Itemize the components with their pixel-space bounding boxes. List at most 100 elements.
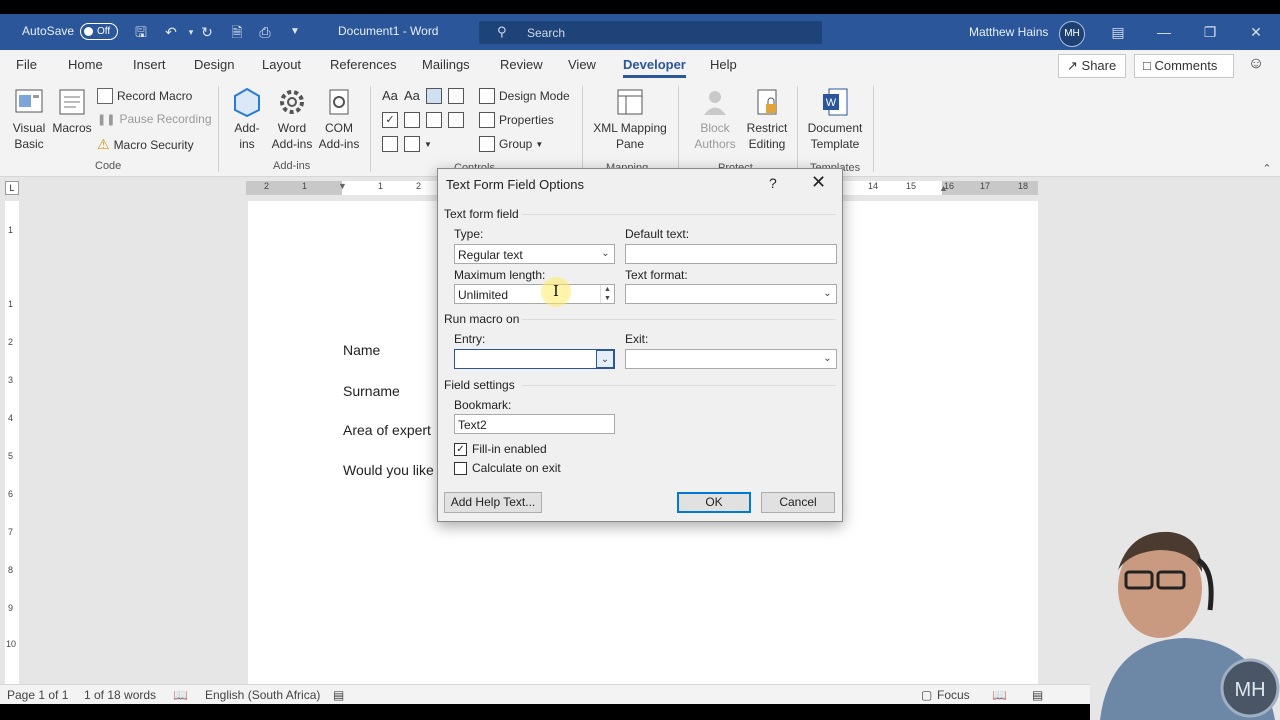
avatar[interactable]: MH	[1059, 21, 1085, 47]
indent-marker-icon[interactable]: ▼	[338, 181, 347, 191]
page-count[interactable]: Page 1 of 1	[7, 688, 68, 702]
macros-button[interactable]: Macros	[50, 86, 94, 136]
customize-qat-icon[interactable]: ▼	[286, 23, 304, 41]
macro-security-button[interactable]: ⚠ Macro Security	[97, 136, 194, 153]
ruler-number: 8	[8, 565, 14, 575]
search-box[interactable]: ⚲ Search	[479, 21, 822, 44]
repeating-section-control-icon[interactable]	[382, 136, 402, 152]
block-authors-button: Block Authors	[686, 86, 744, 152]
accessibility-icon[interactable]: ▤	[333, 688, 344, 702]
bookmark-input[interactable]: Text2	[454, 414, 615, 434]
print-icon[interactable]: ⎙	[256, 23, 274, 41]
combo-box-control-icon[interactable]	[404, 112, 424, 128]
ok-button[interactable]: OK	[677, 492, 751, 513]
type-value: Regular text	[458, 248, 523, 262]
chevron-down-icon: ⌄	[818, 350, 836, 368]
language[interactable]: English (South Africa)	[205, 688, 320, 702]
plain-text-control-icon[interactable]: Aa	[404, 88, 420, 103]
tab-selector[interactable]: L	[5, 181, 19, 195]
ruler-number: 18	[1018, 181, 1029, 191]
fill-in-enabled-checkbox[interactable]: ✓ Fill-in enabled	[454, 442, 547, 456]
left-margin	[246, 181, 342, 195]
properties-button[interactable]: Properties	[479, 112, 554, 128]
ruler-number: 10	[6, 639, 17, 649]
picture-control-icon[interactable]	[426, 88, 446, 104]
max-length-value: Unlimited	[458, 288, 509, 302]
close-window-icon[interactable]: ✕	[1246, 22, 1266, 42]
tab-layout[interactable]: Layout	[262, 57, 301, 72]
checkbox-control-icon[interactable]: ✓	[382, 112, 402, 128]
word-addins-button[interactable]: Word Add-ins	[270, 86, 314, 152]
focus-button[interactable]: Focus	[937, 688, 970, 702]
add-help-text-button[interactable]: Add Help Text...	[444, 492, 542, 513]
document-template-button[interactable]: W Document Template	[804, 86, 866, 152]
document-template-label: Document Template	[807, 121, 863, 151]
block-authors-icon	[704, 91, 726, 115]
minimize-icon[interactable]: —	[1154, 22, 1174, 42]
default-text-input[interactable]	[625, 244, 837, 264]
section-field-settings: Field settings	[444, 378, 515, 392]
comments-button[interactable]: □ Comments	[1134, 54, 1234, 78]
toggle-knob	[84, 27, 93, 36]
text-format-select[interactable]: ⌄	[625, 284, 837, 304]
doc-line-would-you-like: Would you like	[343, 462, 434, 478]
tab-file[interactable]: File	[16, 57, 37, 72]
word-count[interactable]: 1 of 18 words	[84, 688, 156, 702]
tab-review[interactable]: Review	[500, 57, 543, 72]
spinner-arrows-icon[interactable]: ▲ ▼	[600, 285, 614, 303]
close-icon[interactable]: ✕	[811, 172, 826, 193]
proofing-icon[interactable]: 📖	[173, 688, 188, 702]
entry-macro-select[interactable]: ⌄	[454, 349, 615, 369]
bookmark-value: Text2	[458, 418, 487, 432]
group-separator	[582, 86, 583, 172]
right-indent-marker-icon[interactable]: ▲	[939, 183, 948, 193]
visual-basic-button[interactable]: Visual Basic	[8, 86, 50, 152]
redo-icon[interactable]: ↻	[198, 23, 216, 41]
feedback-smiley-icon[interactable]: ☺	[1247, 55, 1265, 73]
calculate-on-exit-checkbox[interactable]: Calculate on exit	[454, 461, 561, 475]
new-doc-icon[interactable]: 🗎	[228, 23, 246, 41]
exit-macro-select[interactable]: ⌄	[625, 349, 837, 369]
com-addins-button[interactable]: COM Add-ins	[316, 86, 362, 152]
tab-references[interactable]: References	[330, 57, 396, 72]
restore-icon[interactable]: ❐	[1200, 22, 1220, 42]
restrict-editing-button[interactable]: Restrict Editing	[744, 86, 790, 152]
user-name[interactable]: Matthew Hains	[969, 25, 1048, 39]
rich-text-control-icon[interactable]: Aa	[382, 88, 398, 103]
xml-mapping-icon	[617, 89, 643, 115]
group-button[interactable]: Group ▼	[479, 136, 543, 152]
ribbon-display-options-icon[interactable]: ▤	[1108, 22, 1128, 42]
help-icon[interactable]: ?	[769, 175, 777, 191]
date-picker-control-icon[interactable]	[448, 112, 468, 128]
read-mode-icon[interactable]: 📖	[992, 688, 1007, 702]
save-icon[interactable]: 🖫	[132, 23, 150, 41]
print-layout-icon[interactable]: ▤	[1032, 688, 1043, 702]
add-ins-button[interactable]: Add-ins	[228, 86, 266, 152]
tab-insert[interactable]: Insert	[133, 57, 166, 72]
max-length-stepper[interactable]: Unlimited ▲ ▼	[454, 284, 615, 304]
group-icon	[479, 136, 495, 152]
tab-view[interactable]: View	[568, 57, 596, 72]
building-block-control-icon[interactable]	[448, 88, 468, 104]
vertical-ruler[interactable]: 1 1 2 3 4 5 6 7 8 9 10	[5, 201, 19, 684]
xml-mapping-pane-button[interactable]: XML Mapping Pane	[590, 86, 670, 152]
record-macro-button[interactable]: Record Macro	[97, 88, 192, 104]
cancel-button[interactable]: Cancel	[761, 492, 835, 513]
dropdown-control-icon[interactable]	[426, 112, 446, 128]
collapse-ribbon-icon[interactable]: ⌃	[1258, 160, 1276, 178]
tab-design[interactable]: Design	[194, 57, 234, 72]
undo-icon[interactable]: ↶	[162, 23, 180, 41]
legacy-tools-icon[interactable]: ▼	[404, 136, 432, 152]
ruler-number: 5	[8, 451, 14, 461]
type-select[interactable]: Regular text ⌄	[454, 244, 615, 264]
autosave-toggle[interactable]: Off	[80, 23, 118, 40]
design-mode-button[interactable]: Design Mode	[479, 88, 570, 104]
tab-developer[interactable]: Developer	[623, 57, 686, 78]
section-divider	[522, 214, 836, 215]
comments-label: Comments	[1154, 58, 1218, 73]
group-separator	[678, 86, 679, 172]
tab-home[interactable]: Home	[68, 57, 103, 72]
tab-mailings[interactable]: Mailings	[422, 57, 470, 72]
tab-help[interactable]: Help	[710, 57, 737, 72]
share-button[interactable]: ↗ Share	[1058, 54, 1126, 78]
